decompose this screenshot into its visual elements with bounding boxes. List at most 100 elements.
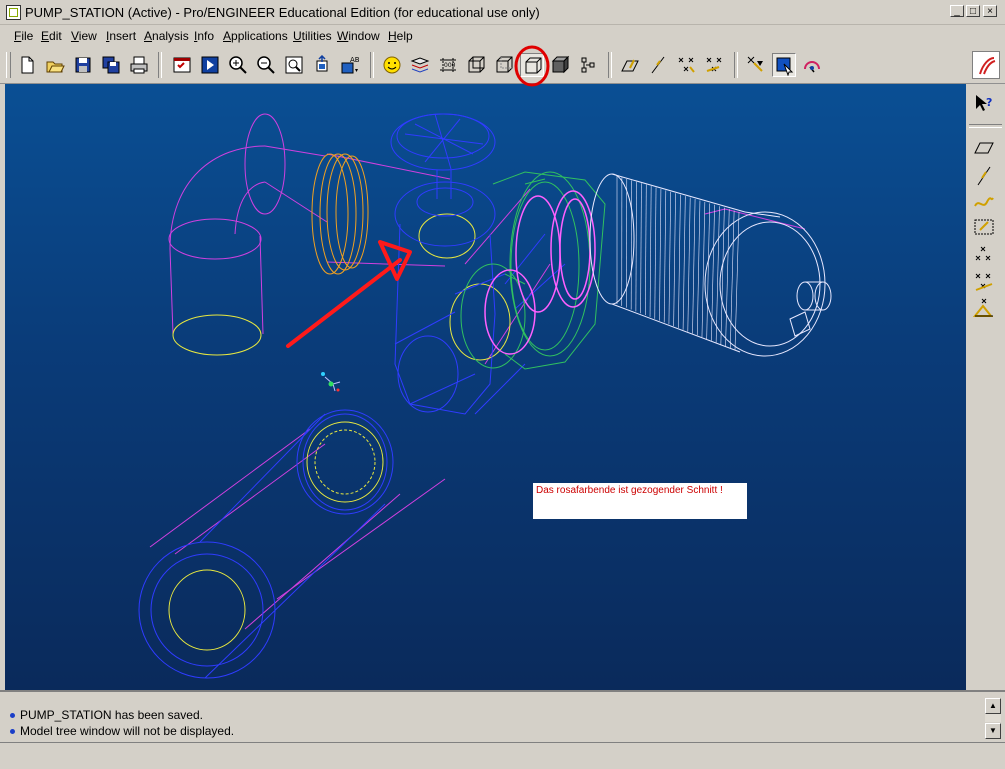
window-title: PUMP_STATION (Active) - Pro/ENGINEER Edu… — [25, 5, 540, 20]
coordinate-triad — [321, 372, 340, 392]
pro-e-logo-icon — [972, 51, 1000, 79]
model-tree-icon[interactable] — [170, 53, 194, 77]
motor-fin-line — [716, 206, 719, 342]
close-button[interactable]: × — [983, 5, 997, 17]
motor-fin-line — [636, 182, 637, 312]
annotation-note: Das rosafarbende ist gezogender Schnitt … — [533, 483, 747, 519]
message-text: Model tree window will not be displayed. — [20, 724, 234, 738]
bullet-icon — [10, 729, 15, 734]
datum-axis-tool-icon[interactable] — [972, 164, 996, 188]
menu-bar: File Edit View Insert Analysis Info Appl… — [0, 25, 1005, 48]
orange-flange — [312, 154, 368, 274]
status-bar — [0, 742, 1005, 769]
play-icon[interactable] — [198, 53, 222, 77]
graphics-viewport[interactable]: Das rosafarbende ist gezogender Schnitt … — [5, 84, 966, 690]
motor-fin-line — [730, 211, 734, 349]
message-line: Model tree window will not be displayed. — [10, 724, 234, 738]
svg-text:000: 000 — [444, 62, 456, 69]
title-bar: PUMP_STATION (Active) - Pro/ENGINEER Edu… — [0, 0, 1005, 25]
refit-icon[interactable] — [282, 53, 306, 77]
reorient-icon[interactable] — [310, 53, 334, 77]
scroll-down-button[interactable]: ▼ — [985, 723, 1001, 739]
menu-help[interactable]: Help — [388, 29, 413, 43]
motor-fin-line — [645, 185, 646, 315]
datum-points-icon[interactable] — [576, 53, 600, 77]
menu-edit[interactable]: Edit — [41, 29, 62, 43]
analysis-icon[interactable] — [972, 296, 996, 320]
menu-view[interactable]: View — [71, 29, 97, 43]
toolbar-grip[interactable] — [6, 52, 11, 78]
menu-analysis[interactable]: Analysis — [144, 29, 189, 43]
datum-curve-icon[interactable] — [972, 190, 996, 214]
help-pointer-icon[interactable]: ? — [972, 92, 996, 116]
wireframe-icon[interactable] — [464, 53, 488, 77]
motor-fin-line — [650, 186, 651, 317]
motor-fin-line — [721, 208, 725, 345]
save-copy-icon[interactable] — [99, 53, 123, 77]
save-icon[interactable] — [71, 53, 95, 77]
motor-fin-line — [697, 200, 700, 335]
panel-separator — [969, 124, 1002, 128]
message-line: PUMP_STATION has been saved. — [10, 708, 203, 722]
datum-point-icon[interactable] — [972, 244, 996, 268]
layers-icon[interactable] — [408, 53, 432, 77]
annotation-arrow — [288, 242, 410, 346]
select-icon[interactable] — [744, 53, 768, 77]
motor-fin-line — [707, 203, 710, 339]
annotation-text: Das rosafarbende ist gezogender Schnitt … — [536, 485, 723, 496]
toolbar-separator — [158, 52, 162, 78]
menu-applications[interactable]: Applications — [223, 29, 288, 43]
print-icon[interactable] — [127, 53, 151, 77]
scroll-up-button[interactable]: ▲ — [985, 698, 1001, 714]
datum-point-sketch-icon[interactable] — [674, 53, 698, 77]
right-toolbar: ? — [966, 84, 1005, 690]
datum-axis-icon[interactable] — [646, 53, 670, 77]
scroll-track[interactable] — [985, 714, 1001, 722]
motor-fin-line — [702, 202, 705, 337]
motor-fin-line — [655, 188, 656, 319]
motor-fin-line — [678, 195, 680, 328]
toolbar-separator — [608, 52, 612, 78]
pump-housing — [461, 172, 605, 369]
new-file-icon[interactable] — [15, 53, 39, 77]
yellow-seals — [169, 214, 510, 650]
menu-utilities[interactable]: Utilities — [293, 29, 332, 43]
filter-icon[interactable] — [772, 53, 796, 77]
motor-fin-line — [735, 212, 739, 350]
toolbar-separator — [370, 52, 374, 78]
coordinate-system-icon[interactable] — [702, 53, 726, 77]
named-view-icon[interactable]: AB — [338, 53, 362, 77]
menu-insert[interactable]: Insert — [106, 29, 136, 43]
motor-fin-line — [688, 198, 690, 332]
menu-info[interactable]: Info — [194, 29, 214, 43]
datum-display-icon[interactable]: 000 — [436, 53, 460, 77]
assembly-wireframe — [5, 84, 966, 690]
motor-fin-line — [693, 199, 696, 333]
main-toolbar: AB 000 — [0, 47, 1005, 84]
motor-fin-line — [674, 193, 676, 326]
motor-fin-line — [669, 192, 671, 324]
menu-file[interactable]: File — [14, 29, 33, 43]
motor-fin-line — [641, 183, 642, 313]
toolbar-separator — [734, 52, 738, 78]
svg-text:?: ? — [986, 96, 992, 109]
menu-window[interactable]: Window — [337, 29, 380, 43]
datum-point-offset-icon[interactable] — [972, 216, 996, 240]
zoom-in-icon[interactable] — [226, 53, 250, 77]
motor-fin-line — [683, 196, 685, 330]
bullet-icon — [10, 713, 15, 718]
datum-plane-icon[interactable] — [618, 53, 642, 77]
coord-sys-icon[interactable] — [972, 270, 996, 294]
spin-center-icon[interactable] — [800, 53, 824, 77]
datum-plane-tool-icon[interactable] — [972, 136, 996, 160]
valve-body — [139, 114, 565, 678]
open-folder-icon[interactable] — [43, 53, 67, 77]
smiley-icon[interactable] — [380, 53, 404, 77]
motor-fin-line — [664, 190, 666, 322]
motor — [590, 174, 831, 356]
elbow-pipe — [150, 114, 805, 629]
zoom-out-icon[interactable] — [254, 53, 278, 77]
minimize-button[interactable]: _ — [950, 5, 964, 17]
app-icon[interactable] — [6, 5, 21, 20]
maximize-button[interactable]: □ — [966, 5, 980, 17]
